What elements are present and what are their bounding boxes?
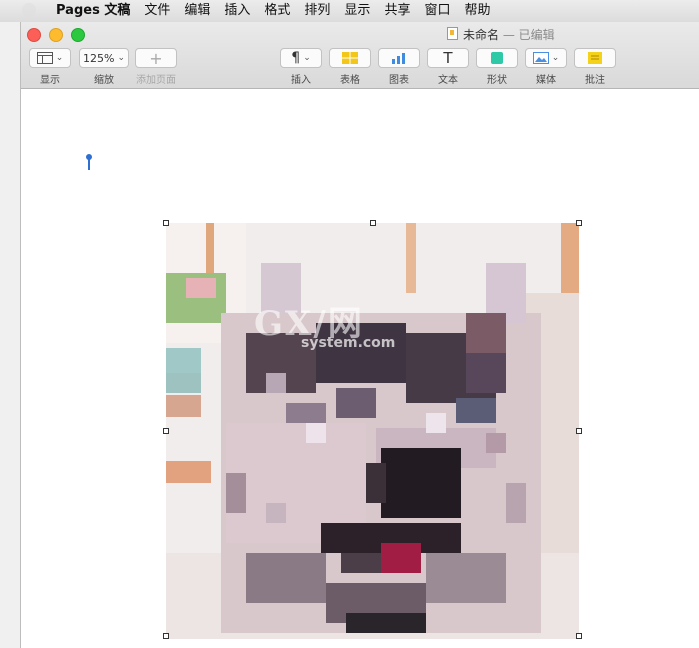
resize-handle-left[interactable]: [163, 428, 169, 434]
resize-handle-bottom-left[interactable]: [163, 633, 169, 639]
add-page-label: 添加页面: [136, 75, 176, 86]
resize-handle-top-right[interactable]: [576, 220, 582, 226]
zoom-window-button[interactable]: [71, 28, 85, 42]
toolbar: 未命名 — 已编辑 ⌄ 显示 125% ⌄ 缩放 + 添加页面 ¶ ⌄ 插入 表…: [21, 22, 699, 89]
view-label: 显示: [40, 75, 60, 86]
pages-window: 未命名 — 已编辑 ⌄ 显示 125% ⌄ 缩放 + 添加页面 ¶ ⌄ 插入 表…: [20, 22, 699, 648]
chart-label: 图表: [389, 75, 409, 86]
menu-items: Pages 文稿 文件 编辑 插入 格式 排列 显示 共享 窗口 帮助: [56, 3, 497, 19]
shape-icon: [491, 52, 503, 64]
title-separator: —: [502, 28, 515, 42]
selected-image[interactable]: GX/网 system.com: [163, 220, 582, 639]
zoom-label: 缩放: [94, 75, 114, 86]
menu-bar: Pages 文稿 文件 编辑 插入 格式 排列 显示 共享 窗口 帮助: [0, 0, 699, 23]
resize-handle-bottom-right[interactable]: [576, 633, 582, 639]
menu-view[interactable]: 显示: [337, 3, 377, 19]
add-page-button[interactable]: +: [135, 48, 177, 68]
sidebar-view-icon: [36, 52, 53, 64]
menu-window[interactable]: 窗口: [417, 3, 457, 19]
text-label: 文本: [438, 75, 458, 86]
window-title: 未命名 — 已编辑: [447, 26, 555, 43]
insert-button[interactable]: ¶ ⌄: [280, 48, 322, 68]
menu-help[interactable]: 帮助: [457, 3, 497, 19]
document-icon: [447, 27, 458, 40]
insert-label: 插入: [291, 75, 311, 86]
shape-label: 形状: [487, 75, 507, 86]
menu-file[interactable]: 文件: [137, 3, 177, 19]
watermark-site: system.com: [301, 335, 396, 351]
comment-label: 批注: [585, 75, 605, 86]
pixelated-dog-photo[interactable]: GX/网 system.com: [166, 223, 579, 639]
menu-format[interactable]: 格式: [257, 3, 297, 19]
plus-icon: +: [149, 48, 163, 68]
menu-pages[interactable]: Pages 文稿: [56, 3, 137, 19]
bar-chart-icon: [392, 53, 405, 64]
resize-handle-top[interactable]: [370, 220, 376, 226]
table-label: 表格: [340, 75, 360, 86]
chevron-down-icon: ⌄: [303, 53, 311, 63]
menu-edit[interactable]: 编辑: [177, 3, 217, 19]
pilcrow-icon: ¶: [291, 50, 301, 66]
apple-menu-icon[interactable]: [22, 3, 36, 17]
zoom-value: 125%: [83, 51, 115, 65]
chevron-down-icon: ⌄: [55, 53, 64, 63]
menu-share[interactable]: 共享: [377, 3, 417, 19]
chart-button[interactable]: [378, 48, 420, 68]
edited-status: 已编辑: [518, 28, 555, 42]
window-controls: [27, 28, 85, 42]
media-button[interactable]: ⌄: [525, 48, 567, 68]
view-button[interactable]: ⌄: [29, 48, 71, 68]
zoom-select[interactable]: 125% ⌄: [79, 48, 129, 68]
menu-insert[interactable]: 插入: [217, 3, 257, 19]
comment-icon: [588, 52, 602, 64]
resize-handle-top-left[interactable]: [163, 220, 169, 226]
document-canvas[interactable]: GX/网 system.com: [21, 89, 699, 648]
comment-button[interactable]: [574, 48, 616, 68]
table-icon: [342, 52, 358, 64]
text-icon: T: [443, 49, 453, 67]
text-button[interactable]: T: [427, 48, 469, 68]
resize-handle-right[interactable]: [576, 428, 582, 434]
media-label: 媒体: [536, 75, 556, 86]
pixelated-image-content: [166, 223, 579, 639]
menu-arrange[interactable]: 排列: [297, 3, 337, 19]
photo-icon: [532, 52, 549, 64]
chevron-down-icon: ⌄: [117, 53, 125, 63]
close-window-button[interactable]: [27, 28, 41, 42]
document-name: 未命名: [463, 28, 500, 42]
table-button[interactable]: [329, 48, 371, 68]
background-window-edge: [0, 22, 20, 648]
shape-button[interactable]: [476, 48, 518, 68]
chevron-down-icon: ⌄: [551, 53, 560, 63]
minimize-window-button[interactable]: [49, 28, 63, 42]
text-insertion-cursor: [86, 154, 92, 170]
